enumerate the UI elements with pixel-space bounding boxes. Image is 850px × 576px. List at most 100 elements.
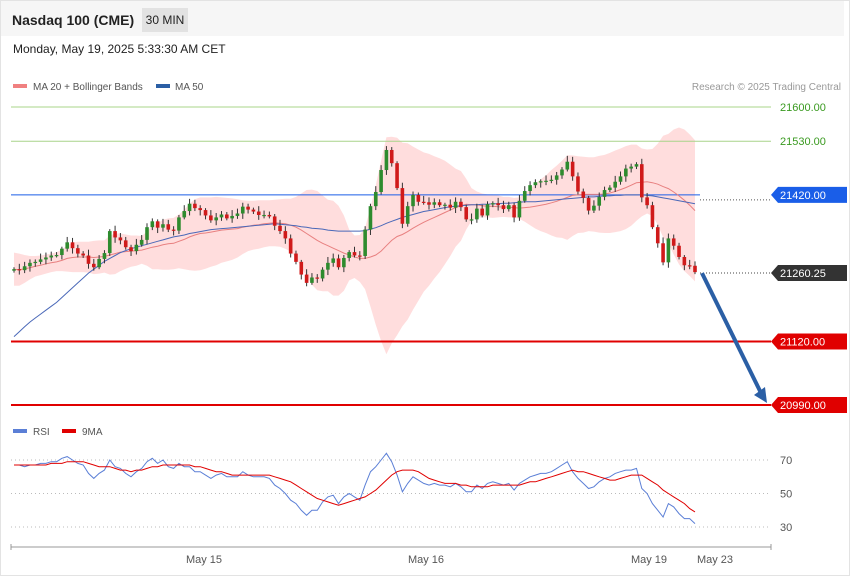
candle-body — [464, 207, 469, 220]
candle-body — [102, 253, 107, 259]
candle-body — [634, 164, 639, 167]
candle-body — [661, 243, 665, 263]
candle-body — [416, 194, 421, 202]
candle-body — [682, 256, 687, 266]
candle-body — [576, 176, 580, 192]
resistance-label: 21600.00 — [780, 102, 826, 114]
candle-body — [549, 179, 554, 181]
candle-body — [315, 277, 320, 279]
ma50-legend-swatch — [156, 84, 170, 88]
candle-body — [671, 238, 676, 246]
candle-body — [33, 261, 38, 264]
candle-body — [379, 170, 383, 193]
candle-body — [150, 221, 155, 228]
candle-body — [65, 242, 70, 249]
candle-body — [81, 253, 85, 256]
rsi-tick-label: 30 — [780, 522, 792, 534]
candle-body — [331, 258, 336, 263]
candle-body — [586, 197, 591, 211]
candle-body — [198, 208, 203, 211]
pivot-label: 21420.00 — [780, 190, 826, 202]
candle-body — [560, 169, 564, 176]
candle-body — [368, 206, 373, 230]
candle-body — [645, 197, 649, 206]
candle-body — [118, 237, 123, 241]
candle-body — [480, 208, 484, 216]
candle-body — [554, 175, 559, 180]
candle-body — [166, 224, 171, 230]
candle-body — [225, 214, 229, 219]
candle-body — [134, 244, 139, 252]
candle-body — [432, 202, 437, 205]
candle-body — [693, 265, 697, 273]
candle-body — [288, 238, 293, 254]
ma50-legend-label: MA 50 — [175, 82, 204, 93]
candle-body — [256, 211, 261, 215]
candle-body — [677, 245, 681, 257]
candle-body — [278, 225, 282, 232]
candle-body — [107, 231, 112, 254]
candle-body — [272, 216, 277, 226]
candle-body — [411, 194, 415, 207]
forecast-arrow-shaft — [700, 272, 763, 394]
candle-body — [618, 176, 623, 182]
candle-body — [570, 161, 575, 177]
candle-body — [517, 200, 522, 218]
candle-body — [187, 203, 192, 212]
candle-body — [310, 277, 314, 283]
candle-body — [342, 257, 346, 268]
candle-body — [437, 202, 442, 206]
candle-body — [358, 255, 362, 257]
x-tick-label: May 19 — [631, 554, 667, 566]
candle-body — [294, 253, 298, 262]
candle-body — [522, 191, 527, 201]
rsi-tick-label: 50 — [780, 489, 792, 501]
candle-body — [22, 266, 27, 271]
rsi-legend-label: RSI — [33, 427, 50, 438]
candle-body — [544, 180, 548, 182]
candle-body — [12, 269, 16, 271]
credit-text: Research © 2025 Trading Central — [692, 82, 841, 93]
candle-body — [92, 263, 96, 268]
ma20-legend-swatch — [13, 84, 27, 88]
candle-body — [389, 149, 394, 164]
resistance-label: 21530.00 — [780, 136, 826, 148]
candle-body — [453, 201, 458, 208]
candle-body — [405, 206, 410, 224]
candle-body — [28, 262, 32, 267]
candle-body — [129, 247, 133, 252]
candle-body — [528, 185, 532, 192]
candle-body — [246, 206, 250, 210]
candle-body — [336, 258, 341, 268]
candle-body — [650, 205, 655, 228]
candle-body — [155, 221, 160, 228]
candle-body — [512, 205, 516, 218]
candle-body — [145, 227, 149, 240]
candle-body — [475, 208, 479, 220]
rsi-tick-label: 70 — [780, 455, 792, 467]
last-price-label: 21260.25 — [780, 268, 826, 280]
candle-body — [283, 231, 288, 239]
bollinger-bands — [14, 127, 695, 355]
rsi-line — [14, 452, 696, 524]
candle-body — [304, 274, 309, 283]
candle-body — [240, 206, 245, 214]
support-label: 21120.00 — [780, 336, 825, 348]
rsi-ma-legend-label: 9MA — [82, 427, 103, 438]
candle-body — [139, 239, 144, 245]
candle-body — [363, 229, 367, 256]
candle-body — [326, 262, 330, 270]
candle-body — [267, 214, 272, 217]
candle-body — [629, 166, 633, 169]
candle-body — [602, 190, 607, 197]
candle-body — [123, 240, 128, 248]
candle-body — [687, 265, 692, 267]
candle-body — [193, 203, 197, 209]
candle-body — [592, 205, 596, 211]
candle-body — [655, 227, 660, 244]
support-label: 20990.00 — [780, 400, 826, 412]
candle-body — [639, 164, 644, 198]
candle-body — [214, 217, 218, 221]
x-tick-label: May 15 — [186, 554, 222, 566]
candle-body — [565, 161, 570, 170]
